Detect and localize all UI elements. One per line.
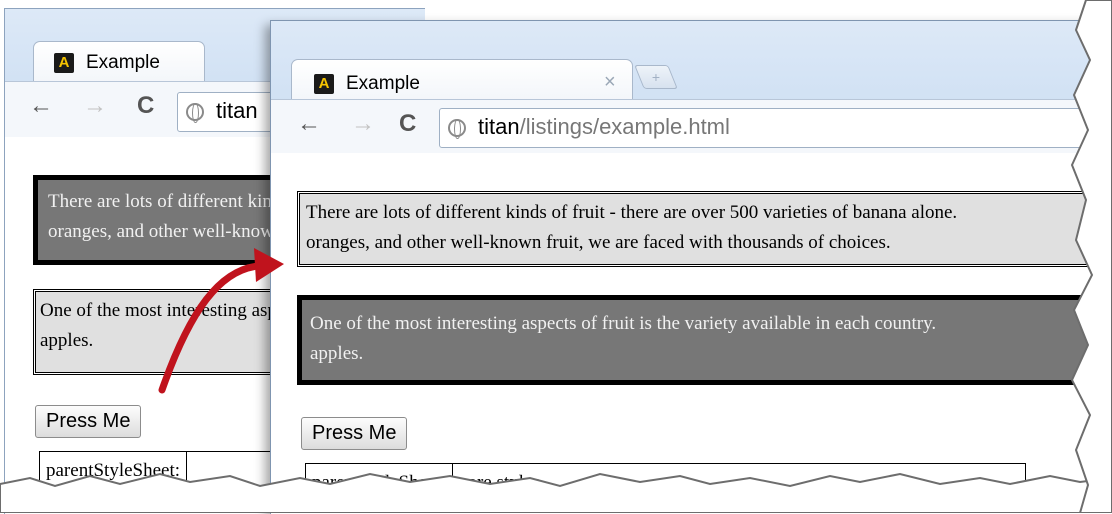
back-button-icon[interactable]: ←: [297, 110, 321, 138]
press-me-button[interactable]: Press Me: [301, 417, 408, 450]
page-content: There are lots of different kinds of fru…: [271, 153, 1112, 514]
tab-example[interactable]: A Example: [33, 41, 205, 82]
url-text: titan: [216, 98, 258, 123]
browser-chrome: A Example × + ← → C titan/listings/examp…: [271, 21, 1112, 155]
globe-icon: [186, 103, 204, 123]
back-button-icon[interactable]: ←: [29, 92, 53, 120]
favicon-icon: A: [54, 53, 74, 73]
favicon-icon: A: [314, 74, 334, 94]
torn-edge-right: [1070, 0, 1112, 513]
press-me-button[interactable]: Press Me: [35, 405, 142, 438]
reload-button-icon[interactable]: C: [399, 110, 416, 138]
paragraph-fruit-kinds: There are lots of different kinds of fru…: [297, 191, 1112, 267]
new-tab-button[interactable]: +: [634, 65, 678, 89]
forward-button-icon[interactable]: →: [351, 110, 375, 138]
plus-icon: +: [651, 69, 661, 85]
globe-icon: [448, 119, 466, 139]
transition-arrow-icon: [158, 248, 284, 394]
torn-edge-bottom: [0, 472, 1112, 513]
toolbar: ← → C titan/listings/example.html: [271, 99, 1112, 155]
url-text: titan/listings/example.html: [478, 114, 730, 139]
close-tab-icon[interactable]: ×: [604, 71, 616, 94]
tab-example[interactable]: A Example ×: [291, 59, 633, 100]
paragraph-fruit-variety: One of the most interesting aspects of f…: [297, 295, 1112, 385]
address-bar[interactable]: titan/listings/example.html: [439, 108, 1112, 148]
browser-window-foreground: A Example × + ← → C titan/listings/examp…: [270, 20, 1112, 514]
tab-title: Example: [86, 52, 160, 73]
forward-button-icon[interactable]: →: [83, 92, 107, 120]
tab-title: Example: [346, 73, 420, 94]
reload-button-icon[interactable]: C: [137, 92, 154, 120]
